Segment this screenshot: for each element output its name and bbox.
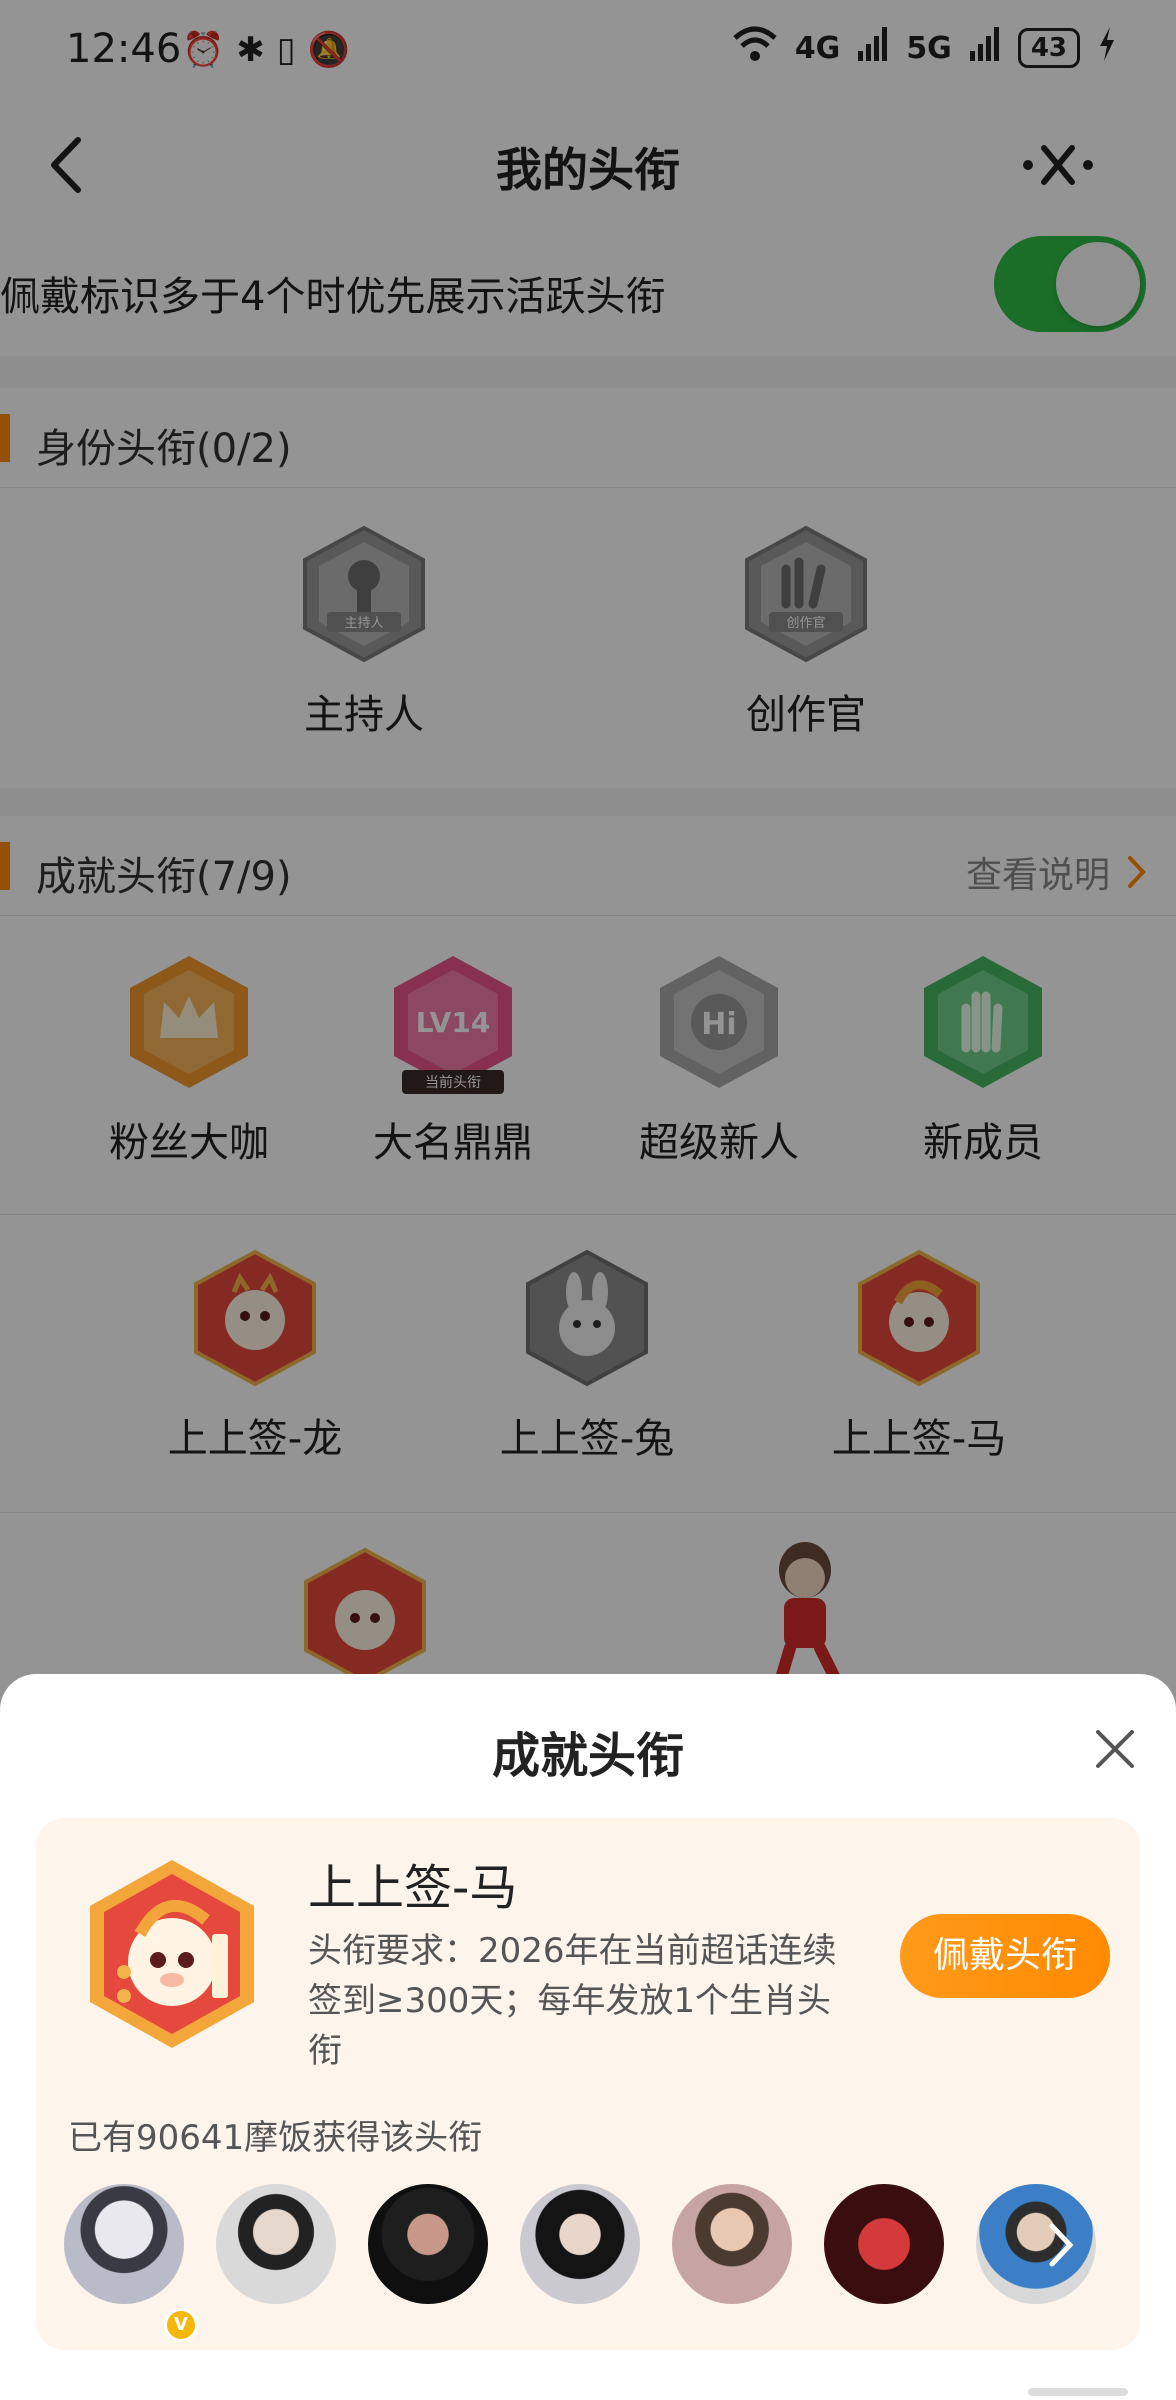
owner-avatar-list bbox=[64, 2184, 1096, 2304]
gesture-bar bbox=[1028, 2388, 1128, 2396]
avatar[interactable] bbox=[216, 2184, 336, 2304]
page: 12:46 ⏰ ✱ ▯ 🔕 4G 5G 43 我的头衔 佩戴标识多于4个时优先展… bbox=[0, 0, 1176, 2400]
avatar[interactable] bbox=[520, 2184, 640, 2304]
avatar[interactable] bbox=[824, 2184, 944, 2304]
title-detail-card: 上上签-马 头衔要求：2026年在当前超话连续签到≥300天；每年发放1个生肖头… bbox=[36, 1818, 1140, 2350]
owned-count-text: 已有90641摩饭获得该头衔 bbox=[68, 2118, 483, 2158]
horse-zodiac-badge-icon bbox=[90, 1860, 254, 2048]
title-name: 上上签-马 bbox=[308, 1860, 518, 1916]
title-detail-sheet: 成就头衔 上上签-马 头衔要求：2026年在当前超话连续签到≥300天；每年发放… bbox=[0, 1674, 1176, 2400]
avatar[interactable] bbox=[368, 2184, 488, 2304]
avatar[interactable] bbox=[64, 2184, 184, 2304]
verified-badge-icon: V bbox=[164, 2308, 198, 2342]
title-requirement: 头衔要求：2026年在当前超话连续签到≥300天；每年发放1个生肖头衔 bbox=[308, 1931, 837, 2071]
close-icon[interactable] bbox=[1092, 1726, 1138, 1772]
wear-title-button[interactable]: 佩戴头衔 bbox=[900, 1914, 1110, 1998]
chevron-right-icon[interactable] bbox=[1040, 2220, 1080, 2270]
avatar[interactable] bbox=[672, 2184, 792, 2304]
sheet-title: 成就头衔 bbox=[491, 1728, 684, 1784]
